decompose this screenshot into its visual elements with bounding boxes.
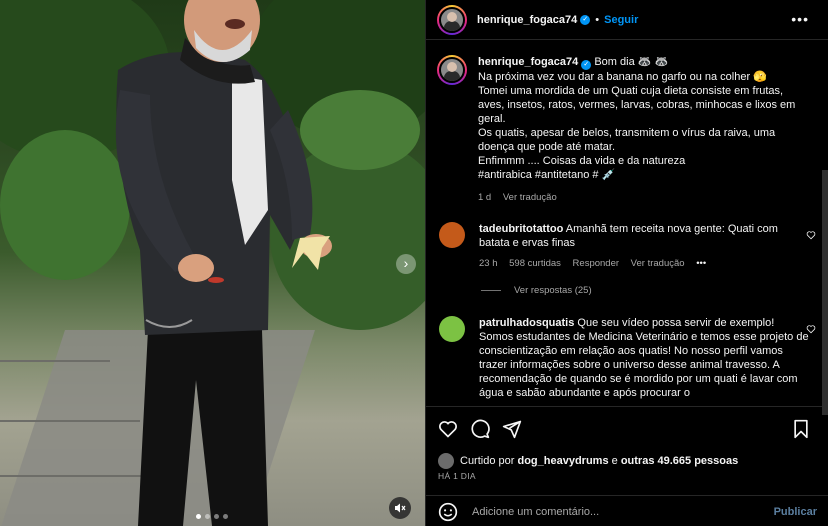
post-caption: henrique_fogaca74 ✓ Bom dia 🦝 🦝 Na próxim… [437, 55, 807, 205]
heart-icon[interactable] [438, 419, 458, 439]
separator-dot: • [595, 13, 600, 26]
avatar[interactable] [439, 222, 465, 248]
caption-line: Enfimmm .... Coisas da vida e da naturez… [478, 155, 686, 167]
view-replies-label: Ver respostas (25) [514, 285, 592, 296]
publish-button[interactable]: Publicar [774, 506, 817, 518]
avatar[interactable] [438, 453, 454, 469]
caption-username[interactable]: henrique_fogaca74 [478, 56, 578, 68]
emoji-icon[interactable] [438, 502, 458, 522]
send-icon[interactable] [502, 419, 522, 439]
comment-username[interactable]: tadeubritotattoo [479, 223, 563, 235]
author-username[interactable]: henrique_fogaca74 [477, 14, 577, 26]
more-horizontal-icon[interactable]: ••• [696, 258, 706, 269]
carousel-indicator [196, 514, 228, 519]
carousel-dot [214, 514, 219, 519]
comment-body: tadeubritotattoo Amanhã tem receita nova… [479, 222, 809, 271]
translate-link[interactable]: Ver tradução [503, 192, 557, 203]
reply-button[interactable]: Responder [573, 258, 619, 269]
post-media[interactable]: › [0, 0, 425, 526]
comment-meta: 23 h 598 curtidas Responder Ver tradução… [479, 257, 809, 271]
comment-body: patrulhadosquatis Que seu vídeo possa se… [479, 316, 809, 402]
liked-by-user[interactable]: dog_heavydrums [517, 455, 608, 467]
caption-line: Na próxima vez vou dar a banana no garfo… [478, 71, 767, 83]
post-details-panel: henrique_fogaca74 ✓ • Seguir ••• henriqu… [425, 0, 828, 526]
verified-badge-icon: ✓ [581, 60, 592, 70]
comment-input[interactable] [472, 505, 752, 518]
caption-hashtags[interactable]: #antirabica #antitetano # 💉 [478, 168, 807, 182]
comment-item: patrulhadosquatis Que seu vídeo possa se… [437, 316, 822, 402]
caption-greeting: Bom dia 🦝 🦝 [594, 56, 669, 68]
mute-toggle-button[interactable] [389, 497, 411, 519]
post-header: henrique_fogaca74 ✓ • Seguir ••• [426, 0, 828, 40]
liked-by: Curtido por dog_heavydrums e outras 49.6… [438, 453, 738, 469]
comment-bubble-icon[interactable] [470, 419, 490, 439]
replies-divider [481, 290, 501, 291]
comment-time[interactable]: 23 h [479, 258, 498, 269]
post-date[interactable]: HÁ 1 DIA [438, 471, 476, 481]
avatar[interactable] [437, 4, 467, 35]
carousel-dot [223, 514, 228, 519]
translate-link[interactable]: Ver tradução [631, 258, 685, 269]
comment-item: tadeubritotattoo Amanhã tem receita nova… [437, 222, 822, 271]
caption-body: henrique_fogaca74 ✓ Bom dia 🦝 🦝 Na próxim… [478, 55, 807, 205]
more-horizontal-icon[interactable]: ••• [791, 12, 809, 26]
muted-speaker-icon [395, 503, 406, 513]
comment-text: Que seu vídeo possa servir de exemplo! S… [479, 317, 809, 399]
bookmark-icon[interactable] [792, 419, 810, 439]
follow-button[interactable]: Seguir [604, 14, 638, 26]
heart-icon[interactable] [806, 230, 816, 240]
comment-username[interactable]: patrulhadosquatis [479, 317, 574, 329]
view-replies-link[interactable]: Ver respostas (25) [481, 285, 592, 296]
liked-by-connector: e [611, 455, 618, 467]
chevron-right-icon: › [403, 255, 409, 271]
caption-line: Os quatis, apesar de belos, transmitem o… [478, 127, 776, 153]
avatar[interactable] [437, 55, 467, 85]
post-actions: Curtido por dog_heavydrums e outras 49.6… [426, 406, 828, 526]
caption-meta: 1 d Ver tradução [478, 191, 807, 205]
caption-time[interactable]: 1 d [478, 192, 491, 203]
avatar[interactable] [439, 316, 465, 342]
comments-scrollbar[interactable] [822, 170, 828, 415]
verified-badge-icon: ✓ [580, 14, 591, 25]
carousel-dot [196, 514, 201, 519]
add-comment-bar: Publicar [426, 495, 828, 526]
person-figure [115, 0, 332, 526]
next-media-button[interactable]: › [396, 254, 416, 274]
caption-line: Tomei uma mordida de um Quati cuja dieta… [478, 85, 796, 125]
comment-likes[interactable]: 598 curtidas [509, 258, 561, 269]
heart-icon[interactable] [806, 324, 816, 334]
carousel-dot [205, 514, 210, 519]
liked-by-prefix: Curtido por [460, 455, 515, 467]
liked-by-others[interactable]: outras 49.665 pessoas [621, 455, 738, 467]
